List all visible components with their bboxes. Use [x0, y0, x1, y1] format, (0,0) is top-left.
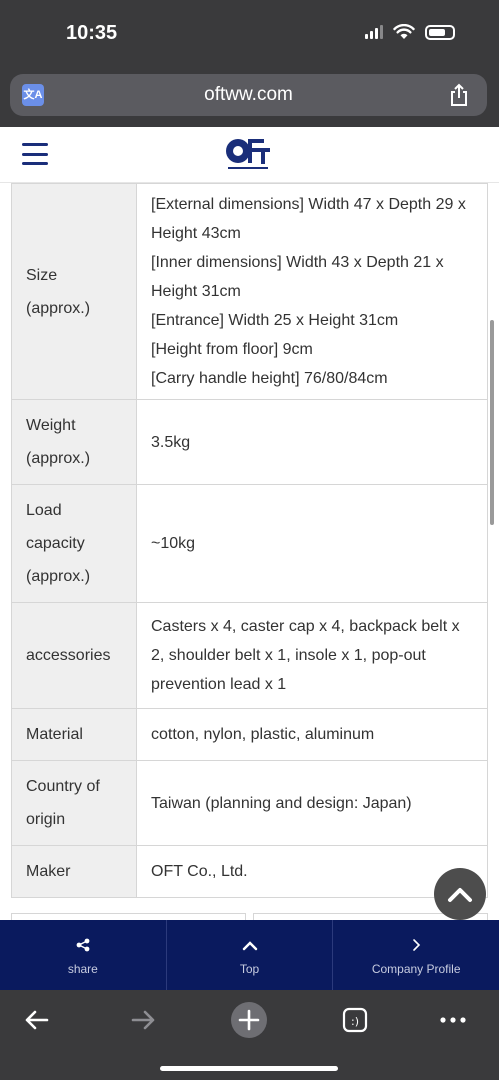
value-size: [External dimensions] Width 47 x Depth 2… — [136, 183, 488, 400]
menu-icon[interactable] — [22, 141, 48, 167]
company-logo[interactable] — [222, 135, 274, 173]
value-weight: 3.5kg — [136, 399, 488, 485]
table-row-size: Size (approx.) [External dimensions] Wid… — [11, 183, 488, 400]
size-line: [Entrance] Width 25 x Height 31cm — [151, 312, 399, 329]
wifi-icon — [393, 24, 415, 39]
more-options-icon[interactable] — [433, 1000, 473, 1040]
svg-text::): :) — [351, 1015, 359, 1028]
table-row-load-capacity: Load capacity (approx.) ~10kg — [11, 484, 488, 603]
size-line: [Carry handle height] 76/80/84cm — [151, 370, 388, 387]
chevron-up-icon — [448, 888, 472, 902]
table-row-country: Country of origin Taiwan (planning and d… — [11, 760, 488, 846]
table-row-maker: Maker OFT Co., Ltd. — [11, 845, 488, 898]
share-icon[interactable] — [447, 83, 471, 107]
home-indicator — [160, 1066, 338, 1071]
scrollbar[interactable] — [490, 320, 494, 525]
chevron-up-icon — [242, 941, 257, 951]
label-material: Material — [11, 708, 137, 761]
value-material: cotton, nylon, plastic, aluminum — [136, 708, 488, 761]
value-country: Taiwan (planning and design: Japan) — [136, 760, 488, 846]
spec-table: Size (approx.) [External dimensions] Wid… — [11, 183, 488, 898]
table-row-material: Material cotton, nylon, plastic, aluminu… — [11, 708, 488, 761]
back-arrow-icon[interactable] — [17, 1000, 57, 1040]
address-bar[interactable]: 文A oftww.com — [10, 74, 487, 116]
table-row-accessories: accessories Casters x 4, caster cap x 4,… — [11, 602, 488, 709]
label-country: Country of origin — [11, 760, 137, 846]
label-accessories: accessories — [11, 602, 137, 709]
browser-address-region: 文A oftww.com — [0, 66, 499, 127]
label-weight: Weight (approx.) — [11, 399, 137, 485]
status-bar: 10:35 — [0, 0, 499, 66]
label-load-capacity: Load capacity (approx.) — [11, 484, 137, 603]
share-nodes-icon — [76, 938, 90, 952]
size-line: [Height from floor] 9cm — [151, 341, 313, 358]
new-tab-plus-icon[interactable] — [229, 1000, 269, 1040]
chevron-right-icon — [413, 939, 421, 951]
site-header — [0, 127, 499, 183]
url-text[interactable]: oftww.com — [10, 84, 487, 106]
forward-arrow-icon[interactable] — [123, 1000, 163, 1040]
size-line: [Inner dimensions] Width 43 x Depth 21 x… — [151, 254, 444, 300]
status-icons — [365, 24, 455, 40]
label-size: Size (approx.) — [11, 183, 137, 400]
back-to-top-button[interactable] — [434, 868, 486, 920]
tabs-icon[interactable]: :) — [335, 1000, 375, 1040]
value-load-capacity: ~10kg — [136, 484, 488, 603]
site-bottom-nav: share Top Company Profile — [0, 920, 499, 990]
battery-icon — [425, 24, 455, 40]
cellular-signal-icon — [365, 25, 383, 39]
table-row-weight: Weight (approx.) 3.5kg — [11, 399, 488, 485]
size-line: [External dimensions] Width 47 x Depth 2… — [151, 196, 466, 242]
status-time: 10:35 — [66, 22, 118, 44]
company-profile-button[interactable]: Company Profile — [333, 920, 499, 990]
label-maker: Maker — [11, 845, 137, 898]
share-button[interactable]: share — [0, 920, 167, 990]
top-button[interactable]: Top — [167, 920, 334, 990]
value-accessories: Casters x 4, caster cap x 4, backpack be… — [136, 602, 488, 709]
